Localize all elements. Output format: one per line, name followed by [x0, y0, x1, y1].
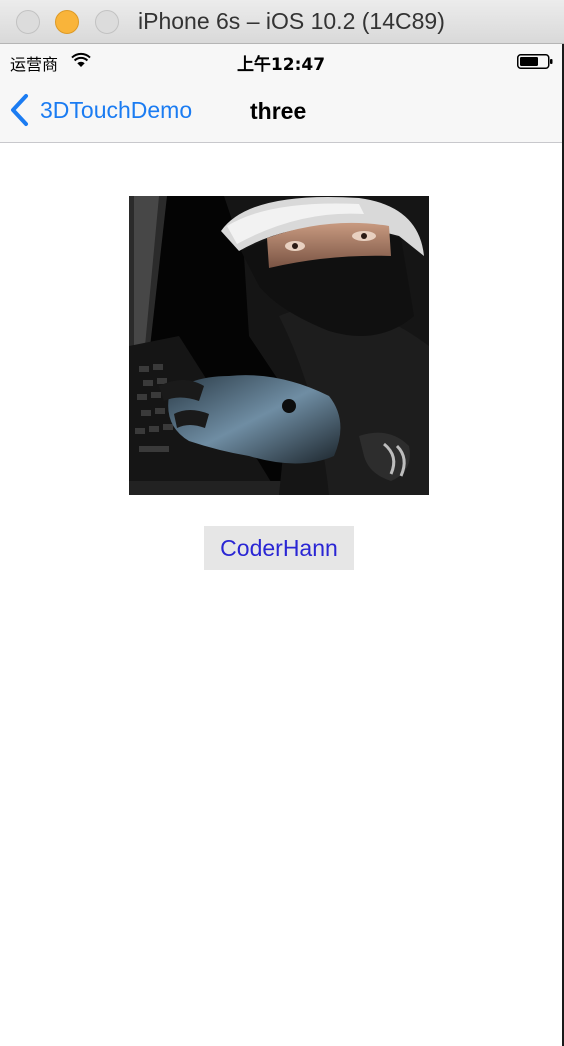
back-button-label: 3DTouchDemo [40, 96, 193, 123]
coderhann-button[interactable]: CoderHann [204, 526, 354, 570]
phone-screen: 运营商 上午12:47 3DTouchDemo three CoderHann [0, 44, 564, 1046]
minimize-window-button[interactable] [55, 10, 79, 34]
zoom-window-button[interactable] [95, 10, 119, 34]
window-title: iPhone 6s – iOS 10.2 (14C89) [138, 8, 445, 34]
back-button[interactable]: 3DTouchDemo [8, 90, 192, 130]
hacker-illustration [129, 196, 429, 495]
navigation-bar: 3DTouchDemo three [0, 78, 562, 143]
hacker-image [129, 196, 429, 495]
nav-title: three [250, 98, 307, 124]
close-window-button[interactable] [16, 10, 40, 34]
simulator-window: iPhone 6s – iOS 10.2 (14C89) 运营商 上午12:47 [0, 0, 564, 1046]
window-titlebar: iPhone 6s – iOS 10.2 (14C89) [0, 0, 564, 44]
status-time: 上午12:47 [236, 55, 326, 75]
status-bar: 运营商 上午12:47 [0, 44, 562, 78]
battery-icon [517, 54, 553, 69]
chevron-left-icon [11, 94, 28, 126]
